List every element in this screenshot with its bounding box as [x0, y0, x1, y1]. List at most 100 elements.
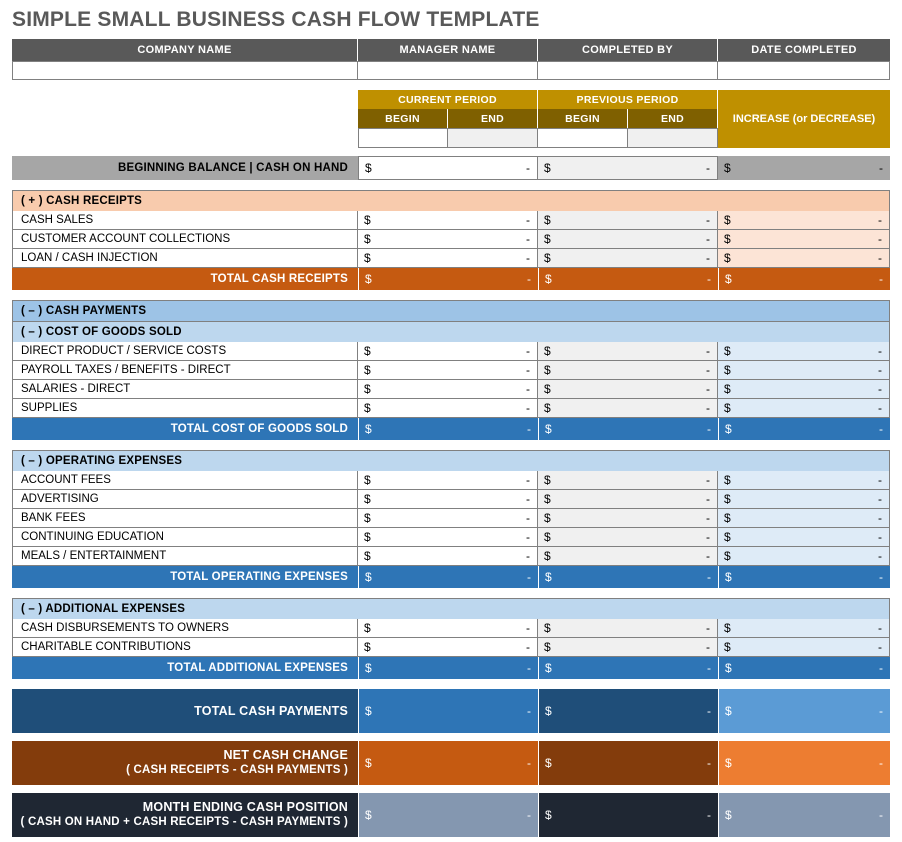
currency-symbol: $: [724, 251, 731, 265]
total-previous: $ -: [538, 657, 718, 679]
currency-symbol: $: [544, 511, 551, 525]
currency-symbol: $: [724, 640, 731, 654]
value: -: [706, 161, 710, 175]
line-item-current[interactable]: $ -: [358, 490, 538, 509]
previous-end-input[interactable]: [628, 128, 718, 148]
table-row: PAYROLL TAXES / BENEFITS - DIRECT $ - $ - …: [12, 361, 890, 380]
current-end-input[interactable]: [448, 128, 538, 148]
currency-symbol: $: [725, 756, 732, 770]
line-item-current[interactable]: $ -: [358, 399, 538, 418]
line-item-current[interactable]: $ -: [358, 619, 538, 638]
section-header-operating-expenses: ( – ) OPERATING EXPENSES: [12, 450, 890, 471]
line-item-previous[interactable]: $ -: [538, 399, 718, 418]
value: -: [527, 422, 531, 436]
line-item-current[interactable]: $ -: [358, 342, 538, 361]
summary-current: $ -: [358, 741, 538, 785]
value: -: [878, 621, 882, 635]
value: -: [878, 213, 882, 227]
value: -: [706, 363, 710, 377]
line-item-previous[interactable]: $ -: [538, 380, 718, 399]
table-row: CASH SALES $ - $ - $ -: [12, 211, 890, 230]
value: -: [706, 511, 710, 525]
total-label: TOTAL CASH RECEIPTS: [12, 268, 358, 290]
line-item-previous[interactable]: $ -: [538, 547, 718, 566]
currency-symbol: $: [544, 161, 551, 175]
line-item-previous[interactable]: $ -: [538, 528, 718, 547]
value: -: [879, 272, 883, 286]
completed-by-input[interactable]: [538, 61, 718, 80]
line-item-current[interactable]: $ -: [358, 509, 538, 528]
line-item-current[interactable]: $ -: [358, 249, 538, 268]
company-name-input[interactable]: [12, 61, 358, 80]
value: -: [706, 401, 710, 415]
line-item-label: DIRECT PRODUCT / SERVICE COSTS: [12, 342, 358, 361]
section-header-cash-payments: ( – ) CASH PAYMENTS: [12, 300, 890, 321]
line-item-previous[interactable]: $ -: [538, 490, 718, 509]
value: -: [878, 492, 882, 506]
currency-symbol: $: [724, 621, 731, 635]
line-item-current[interactable]: $ -: [358, 528, 538, 547]
total-row-cash-receipts: TOTAL CASH RECEIPTS $ - $ - $ -: [12, 268, 890, 290]
line-item-increase: $ -: [718, 249, 890, 268]
table-row: MEALS / ENTERTAINMENT $ - $ - $ -: [12, 547, 890, 566]
line-item-increase: $ -: [718, 361, 890, 380]
previous-begin-input[interactable]: [538, 128, 628, 148]
value: -: [527, 661, 531, 675]
line-item-previous[interactable]: $ -: [538, 509, 718, 528]
currency-symbol: $: [364, 344, 371, 358]
current-begin-input[interactable]: [358, 128, 448, 148]
beginning-balance-previous[interactable]: $ -: [538, 156, 718, 180]
line-item-current[interactable]: $ -: [358, 380, 538, 399]
currency-symbol: $: [545, 661, 552, 675]
line-item-previous[interactable]: $ -: [538, 211, 718, 230]
currency-symbol: $: [544, 549, 551, 563]
date-completed-input[interactable]: [718, 61, 890, 80]
summary-increase: $ -: [718, 741, 890, 785]
value: -: [878, 549, 882, 563]
currency-symbol: $: [544, 382, 551, 396]
section-header-cost-of-goods-sold: ( – ) COST OF GOODS SOLD: [12, 321, 890, 342]
summary-row-net-cash-change: NET CASH CHANGE ( CASH RECEIPTS - CASH P…: [12, 741, 890, 785]
value: -: [526, 382, 530, 396]
summary-label: TOTAL CASH PAYMENTS: [12, 689, 358, 733]
line-item-current[interactable]: $ -: [358, 638, 538, 657]
currency-symbol: $: [545, 422, 552, 436]
currency-symbol: $: [365, 570, 372, 584]
currency-symbol: $: [725, 704, 732, 718]
line-item-current[interactable]: $ -: [358, 230, 538, 249]
line-item-label: SALARIES - DIRECT: [12, 380, 358, 399]
currency-symbol: $: [364, 530, 371, 544]
date-completed-header: DATE COMPLETED: [718, 39, 890, 61]
info-header-row: COMPANY NAME MANAGER NAME COMPLETED BY D…: [12, 39, 890, 61]
currency-symbol: $: [724, 363, 731, 377]
line-item-current[interactable]: $ -: [358, 547, 538, 566]
currency-symbol: $: [545, 756, 552, 770]
line-item-current[interactable]: $ -: [358, 361, 538, 380]
summary-label-sub: ( CASH RECEIPTS - CASH PAYMENTS ): [126, 764, 348, 776]
line-item-previous[interactable]: $ -: [538, 361, 718, 380]
summary-increase: $ -: [718, 793, 890, 837]
line-item-previous[interactable]: $ -: [538, 342, 718, 361]
manager-name-input[interactable]: [358, 61, 538, 80]
line-item-previous[interactable]: $ -: [538, 471, 718, 490]
currency-symbol: $: [364, 382, 371, 396]
line-item-current[interactable]: $ -: [358, 211, 538, 230]
value: -: [879, 808, 883, 822]
value: -: [527, 808, 531, 822]
total-row-additional-expenses: TOTAL ADDITIONAL EXPENSES $ - $ - $ -: [12, 657, 890, 679]
line-item-increase: $ -: [718, 380, 890, 399]
currency-symbol: $: [365, 272, 372, 286]
beginning-balance-current[interactable]: $ -: [358, 156, 538, 180]
summary-current: $ -: [358, 689, 538, 733]
line-item-previous[interactable]: $ -: [538, 638, 718, 657]
line-item-current[interactable]: $ -: [358, 471, 538, 490]
total-current: $ -: [358, 418, 538, 440]
table-row: BANK FEES $ - $ - $ -: [12, 509, 890, 528]
value: -: [707, 808, 711, 822]
line-item-previous[interactable]: $ -: [538, 249, 718, 268]
currency-symbol: $: [724, 344, 731, 358]
line-item-previous[interactable]: $ -: [538, 230, 718, 249]
line-item-previous[interactable]: $ -: [538, 619, 718, 638]
value: -: [526, 511, 530, 525]
line-item-increase: $ -: [718, 509, 890, 528]
